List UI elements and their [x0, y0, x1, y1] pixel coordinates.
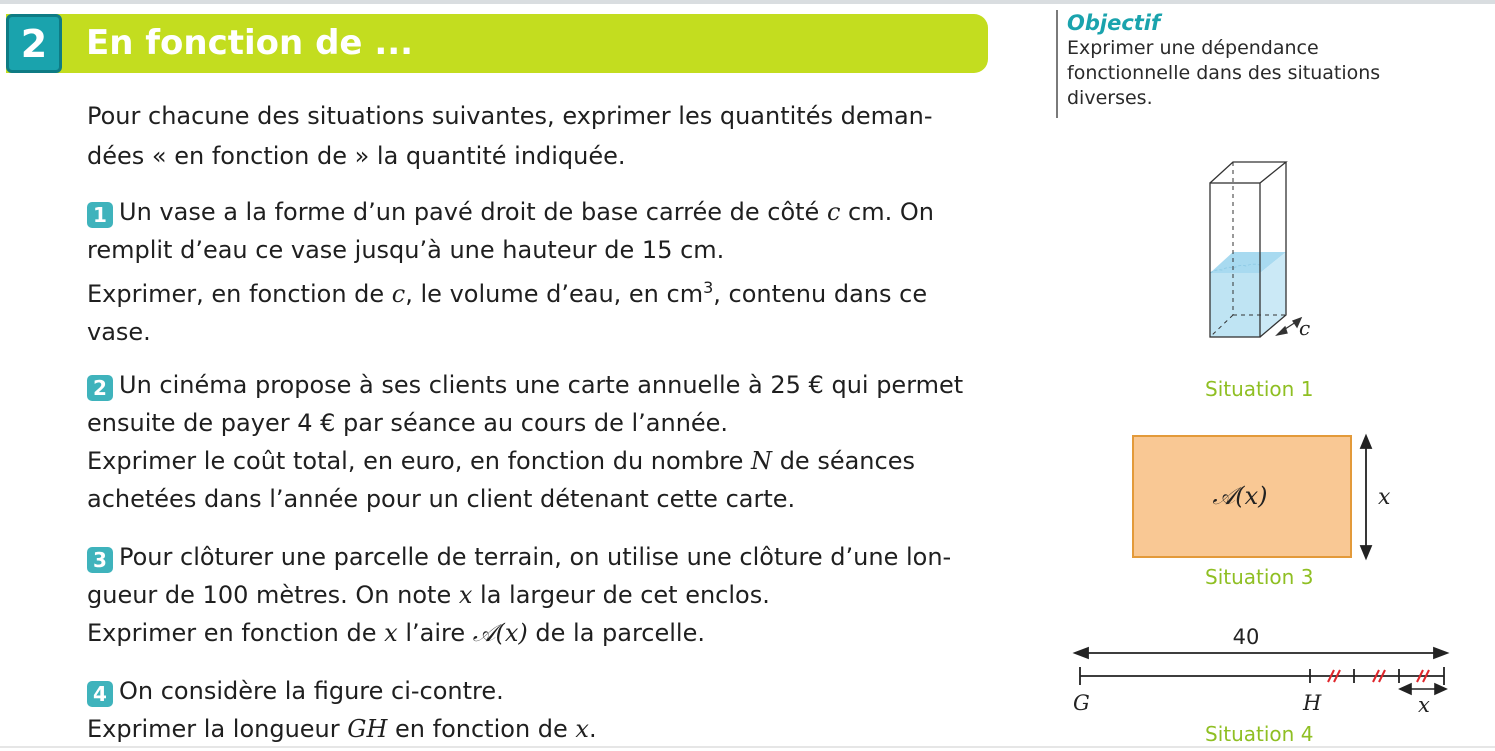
q1-var-c: c — [826, 198, 841, 226]
section-number-badge: 2 — [6, 14, 62, 73]
bottom-rule — [0, 746, 1495, 748]
vase-water-front — [1210, 273, 1260, 337]
q1-text-d: Exprimer, en fonction de — [87, 280, 385, 308]
q1-line-4: vase. — [87, 318, 151, 346]
top-rule — [0, 0, 1495, 4]
q2-var-n: N — [751, 447, 773, 475]
q2-number-badge: 2 — [87, 375, 113, 401]
q3-text-a: Pour clôturer une parcelle de terrain, o… — [119, 543, 952, 571]
q4-text-period: . — [588, 715, 597, 743]
q4-var-x: x — [575, 715, 589, 743]
intro-paragraph: Pour chacune des situations suivantes, e… — [87, 96, 987, 176]
objectif-heading: Objectif — [1067, 11, 1161, 35]
q2-line-2: ensuite de payer 4 € par séance au cours… — [87, 409, 729, 437]
intro-line-2: dées « en fonction de » la quantité indi… — [87, 142, 626, 170]
q1-exponent: 3 — [703, 278, 714, 297]
q3-text-c: la largeur de cet enclos. — [480, 581, 770, 609]
q1-var-c-2: c — [391, 280, 406, 308]
q3-text-e: l’aire — [405, 619, 466, 647]
situation-4-caption: Situation 4 — [1205, 722, 1314, 746]
q3-text-f: de la parcelle. — [535, 619, 705, 647]
q4-text-a: On considère la figure ci-contre. — [119, 677, 504, 705]
width-arrow — [1359, 433, 1373, 561]
q1-text-b: cm. On — [840, 198, 934, 226]
q1-line-1: 1 Un vase a la forme d’un pavé droit de b… — [87, 193, 989, 231]
question-3: 3 Pour clôturer une parcelle de terrain, … — [87, 538, 989, 652]
q3-text-b: gueur de 100 mètres. On note — [87, 581, 452, 609]
situation-3-caption: Situation 3 — [1205, 565, 1314, 589]
q1-number-badge: 1 — [87, 202, 113, 228]
q2-line-4: achetées dans l’année pour un client dét… — [87, 485, 796, 513]
segment-line — [1079, 667, 1445, 685]
objectif-box: Objectif Exprimer une dépendance fonctio… — [1056, 10, 1416, 118]
objectif-line-3: diverses. — [1067, 87, 1153, 109]
q3-line-3: Exprimer en fonction de x l’aire 𝒜(x) de… — [87, 614, 989, 652]
question-2: 2 Un cinéma propose à ses clients une car… — [87, 366, 989, 518]
x-label: x — [1418, 693, 1430, 717]
q3-text-d: Exprimer en fonction de — [87, 619, 377, 647]
objectif-line-1: Exprimer une dépendance — [1067, 37, 1319, 59]
intro-line-1: Pour chacune des situations suivantes, e… — [87, 102, 933, 130]
q3-var-x-2: x — [384, 619, 398, 647]
section-title: En fonction de ... — [86, 23, 414, 63]
q2-line-1: 2 Un cinéma propose à ses clients une car… — [87, 366, 989, 404]
q4-line-2: Exprimer la longueur GH en fonction de x… — [87, 710, 989, 748]
q3-line-1: 3 Pour clôturer une parcelle de terrain, … — [87, 538, 989, 576]
q1-line-3: Exprimer, en fonction de c, le volume d’… — [87, 269, 989, 313]
q3-area-symbol: 𝒜(x) — [472, 619, 528, 647]
q3-number-badge: 3 — [87, 547, 113, 573]
rectangle-figure: 𝒜(x) x — [1132, 433, 1391, 561]
q4-number-badge: 4 — [87, 681, 113, 707]
q1-text-e: , le volume d’eau, en cm — [405, 280, 704, 308]
vase-side-arrow — [1275, 316, 1303, 337]
q1-line-2: remplit d’eau ce vase jusqu’à une hauteu… — [87, 236, 725, 264]
q4-text-b: Exprimer la longueur — [87, 715, 340, 743]
q3-var-x: x — [458, 581, 473, 609]
point-h-label: H — [1302, 691, 1322, 715]
q2-line-3: Exprimer le coût total, en euro, en fonc… — [87, 442, 989, 480]
point-g-label: G — [1073, 691, 1090, 715]
segment-figure: 40 G H x — [1072, 625, 1450, 717]
total-length-arrow — [1072, 646, 1450, 660]
q3-line-2: gueur de 100 mètres. On note x la largeu… — [87, 576, 989, 614]
q4-text-c: en fonction de — [395, 715, 568, 743]
question-4: 4 On considère la figure ci-contre. Expri… — [87, 672, 989, 748]
objectif-line-2: fonctionnelle dans des situations — [1067, 62, 1381, 84]
q2-text-a: Un cinéma propose à ses clients une cart… — [119, 371, 964, 399]
q1-text-a: Un vase a la forme d’un pavé droit de ba… — [119, 198, 820, 226]
vase-side-label: c — [1299, 316, 1310, 340]
q4-var-gh: GH — [347, 715, 388, 743]
total-length-label: 40 — [1233, 625, 1260, 649]
question-1: 1 Un vase a la forme d’un pavé droit de b… — [87, 193, 989, 351]
q2-text-c: Exprimer le coût total, en euro, en fonc… — [87, 447, 744, 475]
situation-1-caption: Situation 1 — [1205, 377, 1314, 401]
width-label: x — [1378, 485, 1391, 510]
vase-figure: c — [1209, 161, 1310, 340]
q4-line-1: 4 On considère la figure ci-contre. — [87, 672, 989, 710]
q1-text-f: , contenu dans ce — [713, 280, 928, 308]
q2-text-d: de séances — [779, 447, 915, 475]
parcel-area-label: 𝒜(x) — [1213, 482, 1268, 510]
